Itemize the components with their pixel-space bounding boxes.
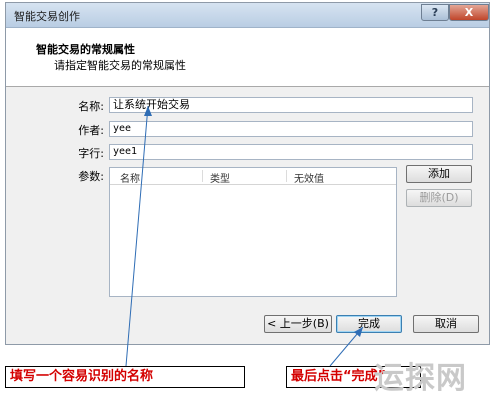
site-watermark: 运探网	[374, 361, 467, 396]
name-callout-arrowhead	[144, 106, 152, 116]
name-hint-caption: 填写一个容易识别的名称	[5, 366, 245, 388]
name-callout-arrow	[125, 105, 149, 367]
annotation-arrows	[125, 105, 364, 367]
